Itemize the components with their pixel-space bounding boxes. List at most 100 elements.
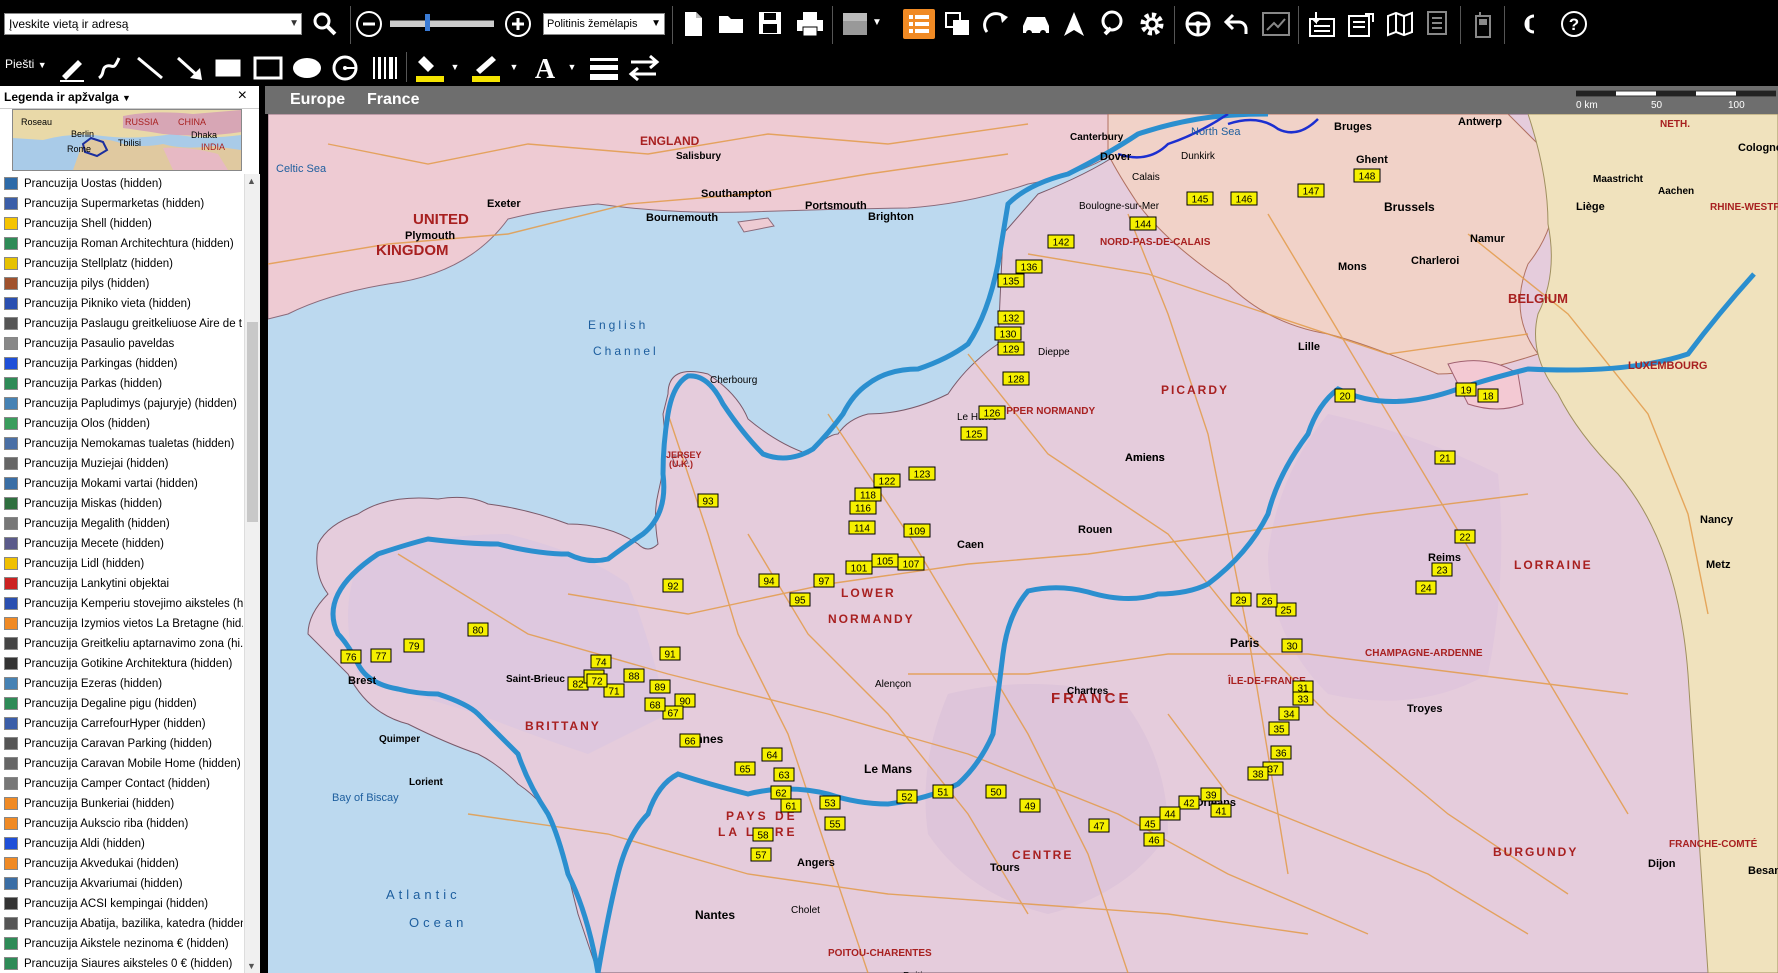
route-stop-marker[interactable]: 49 xyxy=(1019,798,1041,813)
map-place-label[interactable]: RHINE-WESTPHAL xyxy=(1710,202,1778,213)
search-icon[interactable] xyxy=(312,11,338,37)
text-tool-icon[interactable]: A xyxy=(530,52,560,84)
layer-item[interactable]: Prancuzija Uostas (hidden) xyxy=(0,174,243,194)
chevron-down-icon[interactable]: ▼ xyxy=(247,961,256,971)
map-place-label[interactable]: Lorient xyxy=(409,777,444,788)
route-stop-marker[interactable]: 136 xyxy=(1015,259,1043,274)
list-view-button[interactable] xyxy=(903,9,935,39)
route-stop-marker[interactable]: 65 xyxy=(734,761,756,776)
route-stop-marker[interactable]: 52 xyxy=(896,789,918,804)
map-place-label[interactable]: Brest xyxy=(348,675,376,687)
map-place-label[interactable]: English xyxy=(588,318,648,332)
map-place-label[interactable]: Boulogne-sur-Mer xyxy=(1079,201,1160,212)
route-stop-marker[interactable]: 66 xyxy=(679,733,701,748)
map-place-label[interactable]: LUXEMBOURG xyxy=(1628,360,1707,372)
route-stop-marker[interactable]: 145 xyxy=(1186,191,1214,206)
layer-item[interactable]: Prancuzija Stellplatz (hidden) xyxy=(0,254,243,274)
route-stop-marker[interactable]: 44 xyxy=(1159,806,1181,821)
route-stop-marker[interactable]: 19 xyxy=(1455,382,1477,397)
new-file-icon[interactable] xyxy=(682,11,704,37)
layer-item[interactable]: Prancuzija CarrefourHyper (hidden) xyxy=(0,714,243,734)
map-place-label[interactable]: BRITTANY xyxy=(525,719,601,733)
layer-item[interactable]: Prancuzija Ezeras (hidden) xyxy=(0,674,243,694)
route-stop-marker[interactable]: 101 xyxy=(845,560,873,575)
navigation-arrow-icon[interactable] xyxy=(1062,10,1086,38)
save-icon[interactable] xyxy=(758,11,782,35)
layer-item[interactable]: Prancuzija Parkingas (hidden) xyxy=(0,354,243,374)
map-place-label[interactable]: CHAMPAGNE-ARDENNE xyxy=(1365,648,1483,659)
zoom-out-icon[interactable] xyxy=(355,10,383,38)
fill-color-icon[interactable] xyxy=(414,52,446,84)
document-list-icon[interactable] xyxy=(1426,10,1452,38)
route-stop-marker[interactable]: 63 xyxy=(773,767,795,782)
chevron-down-icon[interactable]: ▼ xyxy=(508,54,520,82)
route-stop-marker[interactable]: 38 xyxy=(1247,766,1269,781)
route-stop-marker[interactable]: 76 xyxy=(340,649,362,664)
layer-item[interactable]: Prancuzija Izymios vietos La Bretagne (h… xyxy=(0,614,243,634)
map-place-label[interactable]: BELGIUM xyxy=(1508,291,1568,306)
route-stop-marker[interactable]: 94 xyxy=(758,573,780,588)
layer-item[interactable]: Prancuzija Lidl (hidden) xyxy=(0,554,243,574)
map-place-label[interactable]: Alençon xyxy=(875,679,911,690)
swap-arrows-icon[interactable] xyxy=(628,52,660,84)
route-stop-marker[interactable]: 95 xyxy=(789,592,811,607)
route-stop-marker[interactable]: 50 xyxy=(985,784,1007,799)
help-icon[interactable]: ? xyxy=(1560,10,1588,38)
route-stop-marker[interactable]: 129 xyxy=(997,341,1025,356)
map-place-label[interactable]: Chartres xyxy=(1067,686,1109,697)
layer-item[interactable]: Prancuzija Akvedukai (hidden) xyxy=(0,854,243,874)
layer-item[interactable]: Prancuzija Mecete (hidden) xyxy=(0,534,243,554)
route-stop-marker[interactable]: 22 xyxy=(1454,529,1476,544)
map-place-label[interactable]: Troyes xyxy=(1407,703,1442,715)
route-stop-marker[interactable]: 147 xyxy=(1297,183,1325,198)
route-stop-marker[interactable]: 77 xyxy=(370,648,392,663)
map-place-label[interactable]: Maastricht xyxy=(1593,174,1644,185)
map-place-label[interactable]: Dieppe xyxy=(1038,347,1070,358)
map-place-label[interactable]: Brighton xyxy=(868,211,914,223)
map-place-label[interactable]: Exeter xyxy=(487,198,521,210)
chart-icon[interactable] xyxy=(1262,12,1290,36)
route-stop-marker[interactable]: 51 xyxy=(932,784,954,799)
import-icon[interactable] xyxy=(1308,10,1336,38)
route-stop-marker[interactable]: 24 xyxy=(1415,580,1437,595)
layer-item[interactable]: Prancuzija Camper Contact (hidden) xyxy=(0,774,243,794)
layer-item[interactable]: Prancuzija Supermarketas (hidden) xyxy=(0,194,243,214)
map-place-label[interactable]: Ghent xyxy=(1356,154,1388,166)
barcode-icon[interactable] xyxy=(370,54,400,82)
route-stop-marker[interactable]: 118 xyxy=(854,487,882,502)
route-stop-marker[interactable]: 114 xyxy=(848,520,876,535)
layer-item[interactable]: Prancuzija Pasaulio paveldas xyxy=(0,334,243,354)
map-place-label[interactable]: Mons xyxy=(1338,261,1367,273)
route-stop-marker[interactable]: 72 xyxy=(586,673,608,688)
layer-item[interactable]: Prancuzija Megalith (hidden) xyxy=(0,514,243,534)
map-place-label[interactable]: Atlantic xyxy=(386,887,461,902)
arrow-icon[interactable] xyxy=(176,54,204,82)
chevron-down-icon[interactable]: ▼ xyxy=(566,54,578,82)
map-place-label[interactable]: PICARDY xyxy=(1161,383,1229,397)
route-stop-marker[interactable]: 123 xyxy=(908,466,936,481)
layer-item[interactable]: Prancuzija Gotikine Architektura (hidden… xyxy=(0,654,243,674)
steering-wheel-icon[interactable] xyxy=(1184,10,1212,38)
route-stop-marker[interactable]: 107 xyxy=(897,556,925,571)
layer-item[interactable]: Prancuzija Bunkeriai (hidden) xyxy=(0,794,243,814)
route-stop-marker[interactable]: 39 xyxy=(1200,787,1222,802)
route-stop-marker[interactable]: 29 xyxy=(1230,592,1252,607)
scrollbar-thumb[interactable] xyxy=(247,322,258,522)
freehand-icon[interactable] xyxy=(96,54,124,82)
map-place-label[interactable]: Southampton xyxy=(701,188,772,200)
map-place-label[interactable]: Bournemouth xyxy=(646,212,718,224)
map-place-label[interactable]: KINGDOM xyxy=(376,242,449,259)
route-stop-marker[interactable]: 41 xyxy=(1210,803,1232,818)
route-stop-marker[interactable]: 26 xyxy=(1256,593,1278,608)
map-place-label[interactable]: Amiens xyxy=(1125,452,1165,464)
map-place-label[interactable]: Aachen xyxy=(1658,186,1694,197)
chevron-down-icon[interactable]: ▼ xyxy=(870,10,884,38)
breadcrumb-europe[interactable]: Europe xyxy=(290,91,345,109)
line-icon[interactable] xyxy=(136,54,164,82)
route-stop-marker[interactable]: 61 xyxy=(780,798,802,813)
route-stop-marker[interactable]: 36 xyxy=(1270,745,1292,760)
layer-item[interactable]: Prancuzija Mokami vartai (hidden) xyxy=(0,474,243,494)
layer-item[interactable]: Prancuzija Parkas (hidden) xyxy=(0,374,243,394)
line-color-icon[interactable] xyxy=(470,52,504,84)
layer-item[interactable]: Prancuzija Kemperiu stovejimo aiksteles … xyxy=(0,594,243,614)
